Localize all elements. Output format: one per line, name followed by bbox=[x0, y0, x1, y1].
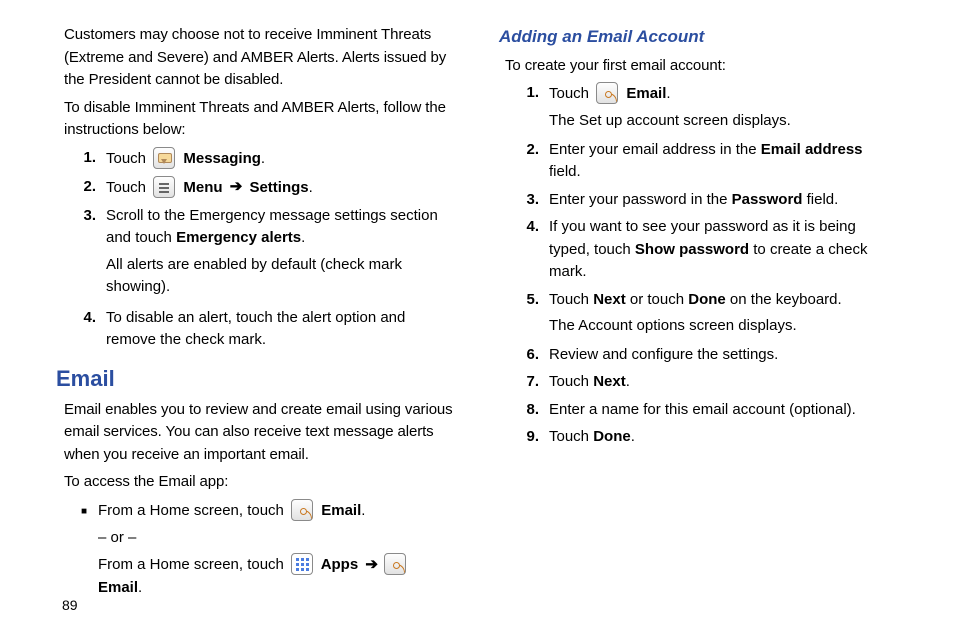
page-columns: Customers may choose not to receive Immi… bbox=[56, 24, 898, 604]
list-number: 1. bbox=[523, 82, 549, 133]
list-content: Touch Messaging. bbox=[106, 147, 455, 171]
list-item: 2. Touch Menu ➔ Settings. bbox=[56, 176, 455, 200]
menu-icon bbox=[153, 176, 175, 198]
email-heading: Email bbox=[56, 362, 455, 395]
list-item: 8. Enter a name for this email account (… bbox=[499, 399, 898, 422]
left-column: Customers may choose not to receive Immi… bbox=[56, 24, 455, 604]
intro-para-1: Customers may choose not to receive Immi… bbox=[56, 24, 455, 92]
list-number: 9. bbox=[523, 426, 549, 449]
list-number: 6. bbox=[523, 344, 549, 367]
list-number: 8. bbox=[523, 399, 549, 422]
apps-icon bbox=[291, 553, 313, 575]
messaging-icon bbox=[153, 147, 175, 169]
or-text: – or – bbox=[98, 527, 455, 550]
list-item: 3. Enter your password in the Password f… bbox=[499, 189, 898, 212]
list-item: 9. Touch Done. bbox=[499, 426, 898, 449]
right-column: Adding an Email Account To create your f… bbox=[499, 24, 898, 604]
list-content: Touch Email. The Set up account screen d… bbox=[549, 82, 898, 133]
list-number: 5. bbox=[523, 289, 549, 338]
list-number: 3. bbox=[80, 205, 106, 299]
list-subtext: All alerts are enabled by default (check… bbox=[106, 254, 455, 299]
list-number: 1. bbox=[80, 147, 106, 171]
list-item: 1. Touch Email. The Set up account scree… bbox=[499, 82, 898, 133]
list-content: Enter your password in the Password fiel… bbox=[549, 189, 898, 212]
arrow-icon: ➔ bbox=[227, 178, 246, 195]
list-subtext: The Set up account screen displays. bbox=[549, 110, 898, 133]
list-item: 1. Touch Messaging. bbox=[56, 147, 455, 171]
list-content: Review and configure the settings. bbox=[549, 344, 898, 367]
adding-intro: To create your first email account: bbox=[499, 55, 898, 78]
list-number: 4. bbox=[523, 216, 549, 284]
bullet-item: ■ From a Home screen, touch Email. – or … bbox=[56, 499, 455, 600]
list-content: Touch Menu ➔ Settings. bbox=[106, 176, 455, 200]
bullet-marker: ■ bbox=[70, 499, 98, 600]
list-number: 2. bbox=[80, 176, 106, 200]
list-item: 7. Touch Next. bbox=[499, 371, 898, 394]
list-content: Touch Done. bbox=[549, 426, 898, 449]
list-item: 4. If you want to see your password as i… bbox=[499, 216, 898, 284]
list-item: 5. Touch Next or touch Done on the keybo… bbox=[499, 289, 898, 338]
email-para-1: Email enables you to review and create e… bbox=[56, 399, 455, 467]
email-icon bbox=[384, 553, 406, 575]
email-icon bbox=[291, 499, 313, 521]
list-content: Touch Next. bbox=[549, 371, 898, 394]
arrow-icon: ➔ bbox=[362, 556, 381, 573]
list-number: 3. bbox=[523, 189, 549, 212]
intro-para-2: To disable Imminent Threats and AMBER Al… bbox=[56, 97, 455, 142]
list-content: To disable an alert, touch the alert opt… bbox=[106, 307, 455, 352]
list-subtext: The Account options screen displays. bbox=[549, 315, 898, 338]
email-icon bbox=[596, 82, 618, 104]
list-content: Scroll to the Emergency message settings… bbox=[106, 205, 455, 299]
list-item: 2. Enter your email address in the Email… bbox=[499, 139, 898, 184]
list-content: If you want to see your password as it i… bbox=[549, 216, 898, 284]
list-content: Enter a name for this email account (opt… bbox=[549, 399, 898, 422]
list-item: 6. Review and configure the settings. bbox=[499, 344, 898, 367]
list-item: 3. Scroll to the Emergency message setti… bbox=[56, 205, 455, 299]
bullet-alt: From a Home screen, touch Apps ➔ Email. bbox=[98, 553, 455, 600]
list-number: 4. bbox=[80, 307, 106, 352]
list-number: 2. bbox=[523, 139, 549, 184]
list-item: 4. To disable an alert, touch the alert … bbox=[56, 307, 455, 352]
list-number: 7. bbox=[523, 371, 549, 394]
email-para-2: To access the Email app: bbox=[56, 471, 455, 494]
page-number: 89 bbox=[62, 595, 78, 616]
bullet-content: From a Home screen, touch Email. – or – … bbox=[98, 499, 455, 600]
adding-account-heading: Adding an Email Account bbox=[499, 24, 898, 50]
list-content: Touch Next or touch Done on the keyboard… bbox=[549, 289, 898, 338]
list-content: Enter your email address in the Email ad… bbox=[549, 139, 898, 184]
